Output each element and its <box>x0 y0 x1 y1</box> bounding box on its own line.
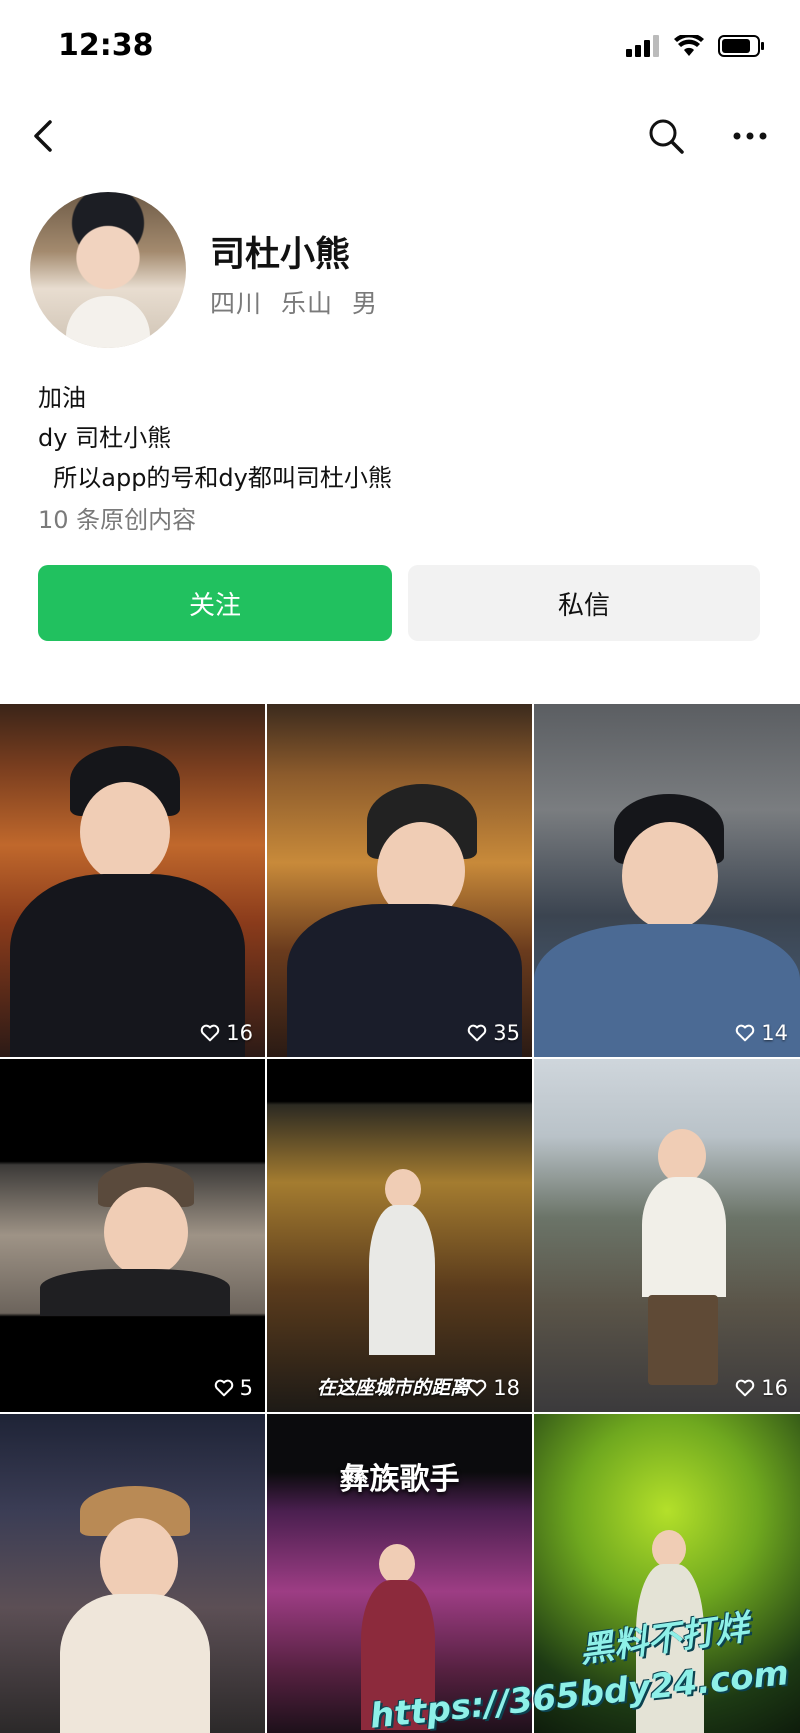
thumbnail-figure <box>361 1580 435 1730</box>
thumbnail-figure <box>40 1269 230 1316</box>
video-tile[interactable]: 14 <box>534 704 800 1057</box>
thumbnail-figure <box>100 1518 178 1606</box>
profile-bio: 加油 dy 司杜小熊 所以app的号和dy都叫司杜小熊 <box>38 378 392 498</box>
profile-gender: 男 <box>351 289 378 318</box>
follow-button[interactable]: 关注 <box>38 565 392 641</box>
cellular-signal-icon <box>626 35 659 57</box>
like-count-value: 16 <box>226 1021 253 1045</box>
thumbnail-figure <box>658 1129 706 1183</box>
like-count: 16 <box>199 1021 253 1045</box>
back-button[interactable] <box>24 114 68 158</box>
search-icon <box>649 119 684 154</box>
more-button[interactable] <box>728 114 772 158</box>
bio-line: dy 司杜小熊 <box>38 424 172 452</box>
heart-icon <box>736 1024 755 1042</box>
bio-line: 加油 <box>38 384 86 412</box>
message-button[interactable]: 私信 <box>408 565 760 641</box>
video-tile[interactable] <box>534 1414 800 1733</box>
thumbnail-figure <box>648 1295 718 1385</box>
thumbnail-figure <box>60 1594 210 1733</box>
profile-city: 乐山 <box>280 289 333 318</box>
video-tile[interactable] <box>0 1414 265 1733</box>
wifi-icon <box>674 35 704 56</box>
like-count-value: 35 <box>493 1021 520 1045</box>
video-tile[interactable]: 彝族歌手 <box>267 1414 532 1733</box>
heart-icon <box>214 1379 233 1397</box>
original-content-count: 10 条原创内容 <box>38 506 197 534</box>
chevron-left-icon <box>34 120 52 152</box>
nav-bar <box>0 96 800 176</box>
bio-line: 所以app的号和dy都叫司杜小熊 <box>38 464 392 492</box>
status-time: 12:38 <box>58 28 154 63</box>
like-count: 16 <box>734 1376 788 1400</box>
like-count: 14 <box>734 1021 788 1045</box>
thumbnail-figure <box>369 1205 435 1355</box>
thumbnail-figure <box>652 1530 686 1568</box>
heart-icon <box>201 1024 220 1042</box>
heart-icon <box>736 1379 755 1397</box>
profile-name: 司杜小熊 <box>210 235 351 275</box>
like-count: 18 <box>466 1376 520 1400</box>
more-icon <box>733 132 767 140</box>
thumbnail-figure <box>636 1564 704 1733</box>
status-bar: 12:38 <box>0 0 800 96</box>
video-tile[interactable]: 在这座城市的距离 18 <box>267 1059 532 1412</box>
video-tile[interactable]: 5 <box>0 1059 265 1412</box>
video-tile[interactable]: 16 <box>0 704 265 1057</box>
like-count-value: 5 <box>239 1376 253 1400</box>
heart-icon <box>468 1024 487 1042</box>
thumbnail-figure <box>622 822 718 930</box>
like-count-value: 14 <box>761 1021 788 1045</box>
profile-meta: 四川 乐山 男 <box>210 284 388 320</box>
thumbnail-figure <box>379 1544 415 1584</box>
heart-icon <box>468 1379 487 1397</box>
video-tile[interactable]: 35 <box>267 704 532 1057</box>
avatar[interactable] <box>30 192 186 348</box>
video-overlay-title: 彝族歌手 <box>339 1462 460 1497</box>
like-count: 35 <box>466 1021 520 1045</box>
like-count-value: 18 <box>493 1376 520 1400</box>
search-button[interactable] <box>644 114 688 158</box>
video-caption: 在这座城市的距离 <box>317 1377 470 1399</box>
thumbnail-figure <box>642 1177 726 1297</box>
thumbnail-figure <box>104 1187 188 1277</box>
thumbnail-figure <box>385 1169 421 1209</box>
profile-province: 四川 <box>210 289 263 318</box>
thumbnail-figure <box>80 782 170 882</box>
like-count-value: 16 <box>761 1376 788 1400</box>
like-count: 5 <box>213 1376 253 1400</box>
status-icons <box>626 34 766 58</box>
video-tile[interactable]: 16 <box>534 1059 800 1412</box>
battery-icon <box>718 35 764 57</box>
video-grid: 16 35 14 5 在这座城市的距离 18 16 彝族歌手 <box>0 704 800 1733</box>
